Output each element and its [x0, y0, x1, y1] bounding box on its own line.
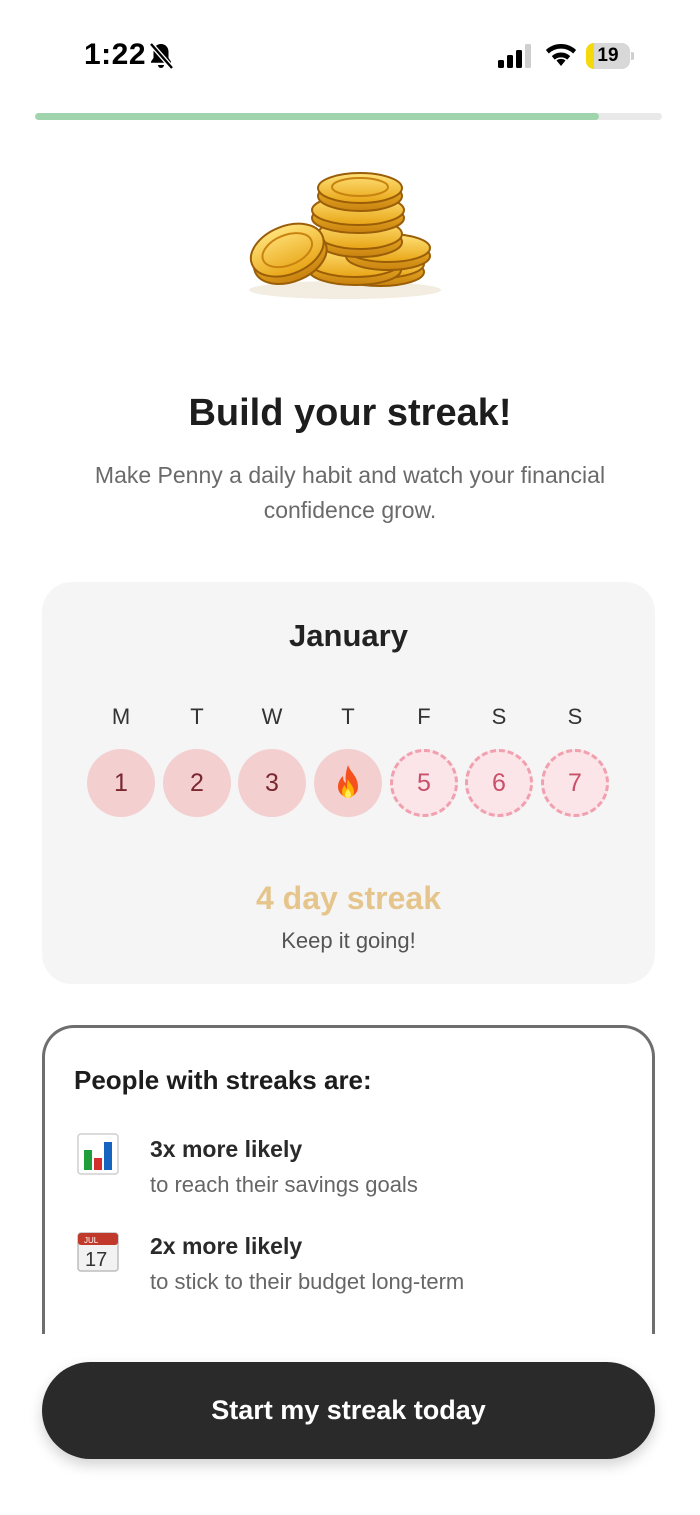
weekday-label: S [567, 704, 583, 729]
streak-count: 4 day streak [255, 880, 441, 916]
stat-item: JUL 17 2x more likely to stick to their … [74, 1229, 634, 1309]
fire-icon [338, 765, 358, 798]
calendar-day-7: 7 [541, 749, 609, 817]
stat-description: to stick to their budget long-term [150, 1269, 465, 1294]
stat-headline: 3x more likely [150, 1136, 303, 1162]
progress-fill [35, 113, 600, 120]
page-subtitle: Make Penny a daily habit and watch your … [94, 462, 606, 523]
page-title: Build your streak! [188, 392, 512, 434]
status-bar: 1:22 19 [0, 0, 700, 110]
status-time: 1:22 [84, 38, 147, 71]
calendar-day-1: 1 [87, 749, 155, 817]
calendar-icon: JUL 17 [77, 1232, 119, 1272]
cellular-signal-icon [498, 44, 531, 68]
streak-calendar-card: January M T W T F S S 1 2 3 5 6 7 4 day … [42, 582, 655, 984]
svg-text:JUL: JUL [84, 1236, 99, 1245]
weekday-label: M [111, 704, 131, 729]
weekday-label: T [190, 704, 204, 729]
weekday-label: F [417, 704, 431, 729]
stat-headline: 2x more likely [150, 1233, 303, 1259]
stat-description: to reach their savings goals [150, 1172, 418, 1197]
wifi-icon [545, 44, 577, 66]
svg-text:17: 17 [85, 1249, 107, 1271]
calendar-month: January [289, 618, 408, 653]
calendar-day-5: 5 [390, 749, 458, 817]
weekday-label: S [491, 704, 507, 729]
battery-icon: 19 [586, 43, 634, 69]
bell-slash-icon [149, 42, 174, 70]
stats-title: People with streaks are: [74, 1065, 372, 1095]
calendar-day-2: 2 [163, 749, 231, 817]
weekday-label: T [341, 704, 355, 729]
onboarding-progress-bar [35, 113, 662, 120]
weekday-label: W [261, 704, 283, 729]
bar-chart-icon [77, 1133, 119, 1175]
calendar-day-6: 6 [465, 749, 533, 817]
gold-coins-stack-icon [249, 172, 441, 299]
stat-item: 3x more likely to reach their savings go… [74, 1132, 634, 1212]
streak-stats-card: People with streaks are: 3x more likely … [42, 1025, 655, 1355]
start-streak-button[interactable]: Start my streak today [42, 1362, 655, 1459]
calendar-day-3: 3 [238, 749, 306, 817]
battery-level: 19 [597, 45, 619, 66]
calendar-day-today [314, 749, 382, 817]
streak-message: Keep it going! [281, 928, 416, 953]
